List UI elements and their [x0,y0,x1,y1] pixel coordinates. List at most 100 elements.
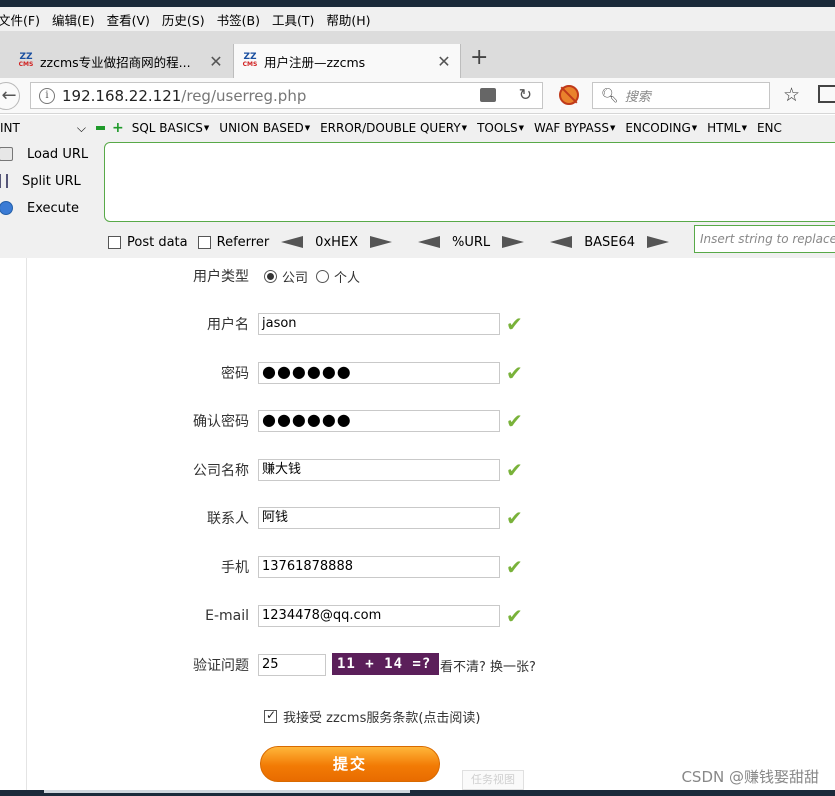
username-input[interactable]: jason [258,313,500,335]
back-arrow-icon[interactable]: ← [0,82,20,110]
menu-edit[interactable]: 编辑(E) [52,10,101,29]
menu-view[interactable]: 查看(V) [107,10,156,29]
hackbar-menu-tools[interactable]: TOOLS▼ [477,121,524,135]
password-input[interactable]: ●●●●●● [258,362,500,384]
decrease-icon[interactable] [96,126,105,130]
hackbar-menu-sql-basics[interactable]: SQL BASICS▼ [132,121,210,135]
watermark: CSDN @赚钱娶甜甜 [681,768,819,786]
hackbar-menu-error-double-query[interactable]: ERROR/DOUBLE QUERY▼ [320,121,467,135]
menu-tools[interactable]: 工具(T) [272,10,320,29]
mobile-input[interactable]: 13761878888 [258,556,500,578]
info-icon[interactable]: i [39,87,55,104]
search-bar[interactable]: 🔍︎ 搜索 [592,82,770,109]
insert-string-input[interactable]: Insert string to replace [694,225,835,253]
hackbar-options: Post data Referrer 0xHEX %URL BASE64 [108,229,670,255]
zzcms-favicon-icon: ZZ CMS [18,52,34,69]
submit-button[interactable]: 提交 [260,746,440,782]
username-label: 用户名 [207,317,249,333]
page-action-icon[interactable] [480,88,496,102]
navigation-bar: ← i 192.168.22.121/reg/userreg.php ↻ 🔍︎ … [0,78,835,114]
captcha-refresh-link[interactable]: 看不清? 换一张? [440,656,536,675]
tab-bar: ZZ CMS zzcms专业做招商网的程... ✕ ZZ CMS 用户注册—zzcm… [0,31,835,78]
decode-arrow-icon[interactable] [281,236,304,248]
reload-icon[interactable]: ↻ [519,85,532,104]
hackbar-menu-waf-bypass[interactable]: WAF BYPASS▼ [534,121,615,135]
execute-icon [0,201,13,215]
page-content: 用户类型 公司 个人 用户名 jason ✔ 密码 ●●●●●● ✔ 确认密码 … [0,258,835,790]
decode-arrow-icon[interactable] [550,236,573,248]
decode-arrow-icon[interactable] [418,236,441,248]
tab-label: 用户注册—zzcms [264,54,366,70]
url-path: /reg/userreg.php [181,86,307,105]
close-icon[interactable]: ✕ [436,52,452,71]
close-icon[interactable]: ✕ [208,52,224,71]
base64-encoder: BASE64 [550,235,670,250]
hackbar-menu: INT ⌵ + SQL BASICS▼ UNION BASED▼ ERROR/D… [0,115,835,141]
email-input[interactable]: 1234478@qq.com [258,605,500,627]
window-top-strip [0,0,835,7]
captcha-label: 验证问题 [193,658,249,674]
radio-company-label: 公司 [282,270,309,286]
menu-history[interactable]: 历史(S) [162,10,211,29]
url-bar[interactable]: i 192.168.22.121/reg/userreg.php ↻ [30,82,543,109]
increase-icon[interactable]: + [112,120,124,136]
menu-file[interactable]: 文件(F) [0,10,46,29]
contact-row: 联系人 阿钱 ✔ [0,506,835,530]
post-data-checkbox[interactable]: Post data [108,235,188,250]
hex-encoder: 0xHEX [281,235,418,250]
encode-arrow-icon[interactable] [502,236,525,248]
captcha-row: 验证问题 25 11 + 14 =? 看不清? 换一张? [0,653,835,677]
encode-arrow-icon[interactable] [370,236,393,248]
radio-company[interactable] [264,269,277,283]
agree-terms: 我接受 zzcms服务条款(点击阅读) [264,707,481,726]
url-host: 192.168.22.121 [62,86,182,105]
hackbar-menu-encoding[interactable]: ENCODING▼ [625,121,697,135]
agree-terms-link[interactable]: 我接受 zzcms服务条款(点击阅读) [283,707,481,726]
search-icon: 🔍︎ [601,87,619,104]
captcha-image[interactable]: 11 + 14 =? [332,653,439,675]
hackbar-panel: Load URL Split URL Execute Post data Ref… [0,141,835,258]
zzcms-favicon-icon: ZZ CMS [242,52,258,69]
check-icon: ✔ [506,604,523,628]
check-icon: ✔ [506,555,523,579]
user-type-radio-group: 公司 个人 [264,267,368,286]
check-icon: ✔ [506,312,523,336]
password-row: 密码 ●●●●●● ✔ [0,361,835,385]
encode-arrow-icon[interactable] [647,236,670,248]
load-url-button[interactable]: Load URL [0,141,88,167]
menubar: 文件(F) 编辑(E) 查看(V) 历史(S) 书签(B) 工具(T) 帮助(H… [0,7,835,31]
referrer-checkbox[interactable]: Referrer [197,235,269,250]
mobile-label: 手机 [221,560,249,576]
radio-personal[interactable] [316,269,330,283]
bookmark-star-icon[interactable]: ☆ [783,84,800,106]
menu-bookmarks[interactable]: 书签(B) [217,10,266,29]
hackbar-menu-enc[interactable]: ENC [757,121,782,135]
tracking-block-icon[interactable] [559,85,579,105]
hackbar-type-select[interactable]: INT ⌵ [0,117,90,139]
tab-label: zzcms专业做招商网的程... [40,54,191,70]
library-icon[interactable] [818,85,835,103]
load-url-icon [0,147,13,161]
company-input[interactable]: 赚大钱 [258,459,500,481]
hackbar-url-textarea[interactable] [104,142,835,222]
company-row: 公司名称 赚大钱 ✔ [0,458,835,482]
hackbar-menu-union-based[interactable]: UNION BASED▼ [219,121,310,135]
username-row: 用户名 jason ✔ [0,312,835,336]
hackbar-menu-html[interactable]: HTML▼ [707,121,747,135]
contact-input[interactable]: 阿钱 [258,507,500,529]
captcha-input[interactable]: 25 [258,654,326,676]
confirm-password-input[interactable]: ●●●●●● [258,410,500,432]
new-tab-button[interactable]: + [470,45,488,70]
check-icon: ✔ [506,458,523,482]
tab-zzcms-home[interactable]: ZZ CMS zzcms专业做招商网的程... ✕ [10,44,232,78]
execute-button[interactable]: Execute [0,195,79,221]
user-type-row: 用户类型 公司 个人 [0,264,835,288]
confirm-password-label: 确认密码 [193,414,249,430]
tab-user-register[interactable]: ZZ CMS 用户注册—zzcms ✕ [233,44,461,78]
agree-checkbox[interactable] [264,708,277,723]
split-url-button[interactable]: Split URL [0,168,81,194]
email-label: E-mail [205,608,249,624]
window-bottom-strip [0,790,835,796]
task-view-label: 任务视图 [462,770,524,790]
menu-help[interactable]: 帮助(H) [326,10,376,29]
